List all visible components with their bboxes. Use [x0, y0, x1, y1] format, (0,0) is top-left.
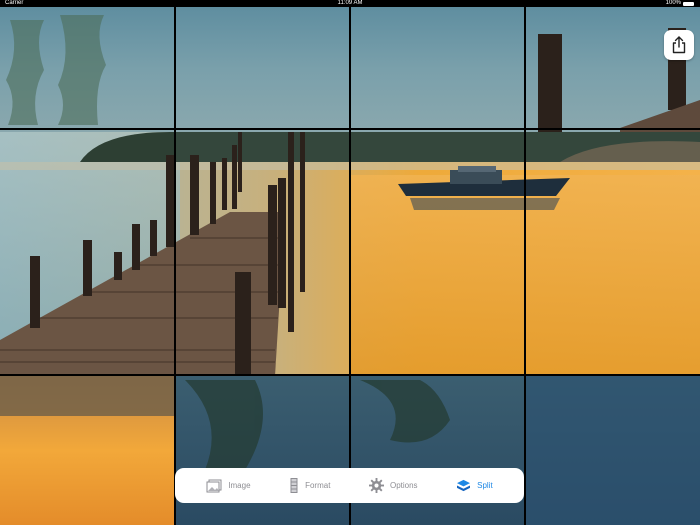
tab-image-label: Image [228, 481, 251, 490]
share-button[interactable] [664, 30, 694, 60]
grid-divider-horizontal [0, 374, 700, 376]
battery-indicator: 100% [666, 0, 694, 7]
tab-split[interactable]: Split [456, 479, 493, 492]
share-icon [672, 36, 686, 54]
gear-icon [368, 478, 384, 493]
clock: 11:09 AM [337, 0, 363, 6]
tab-image[interactable]: Image [206, 479, 251, 493]
status-bar: Carrier 11:09 AM 100% [0, 0, 700, 7]
image-icon [206, 479, 222, 492]
tab-options-label: Options [389, 481, 418, 490]
battery-icon [683, 1, 694, 6]
format-icon [290, 478, 298, 493]
tab-format-label: Format [305, 481, 331, 490]
tab-options[interactable]: Options [368, 478, 418, 493]
grid-divider-vertical [349, 7, 351, 525]
grid-divider-vertical [174, 7, 176, 525]
tab-format[interactable]: Format [289, 478, 330, 493]
bottom-toolbar: Image Format Options Split [175, 468, 524, 503]
battery-percent: 100% [665, 0, 681, 6]
grid-divider-vertical [524, 7, 526, 525]
tab-split-label: Split [477, 481, 493, 490]
grid-divider-horizontal [0, 128, 700, 130]
layers-icon [457, 479, 471, 492]
